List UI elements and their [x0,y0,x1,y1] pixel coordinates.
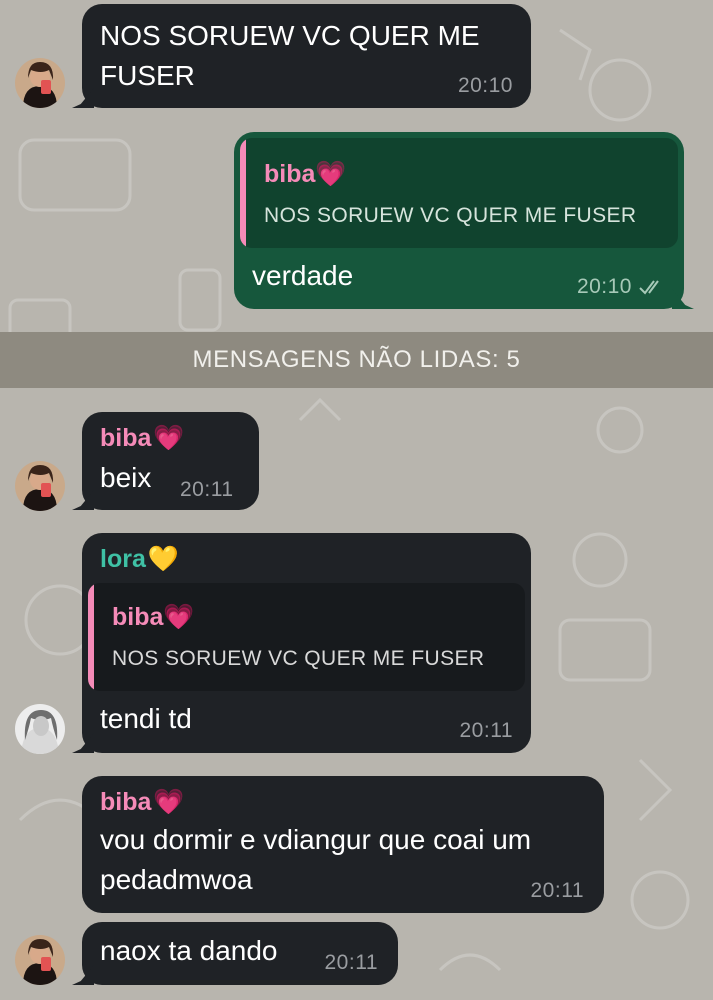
message-bubble[interactable]: NOS SORUEW VC QUER ME FUSER 20:10 [72,4,531,108]
message-time: 20:10 [457,74,513,97]
message-text: verdade [252,260,354,291]
avatar-biba[interactable] [15,461,65,511]
message-text: tendi td [100,703,192,734]
sender-name: biba💗 [100,424,185,452]
message-bubble[interactable]: biba💗 beix 20:11 [72,412,259,510]
reply-sender-name: biba💗 [264,160,347,188]
message-bubble[interactable]: naox ta dando 20:11 [72,922,398,985]
message-text: vou dormir e vdiangur que coai um pedadm… [100,824,532,895]
reply-text: NOS SORUEW VC QUER ME FUSER [264,204,637,227]
bubble-tail [72,733,94,753]
double-check-icon [639,280,659,295]
bubble-tail [72,965,94,985]
reply-bar [88,583,94,691]
message-text: beix [100,462,152,493]
message-bubble[interactable]: biba💗 vou dormir e vdiangur que coai um … [82,776,604,913]
message-text: NOS SORUEW VC QUER ME FUSER [100,20,480,91]
avatar-lora[interactable] [15,704,65,754]
message-time: 20:11 [180,478,234,501]
bubble-tail [72,490,94,510]
message-bubble-outgoing[interactable]: biba💗 NOS SORUEW VC QUER ME FUSER verdad… [234,132,694,309]
avatar-biba[interactable] [15,58,65,108]
message-time: 20:11 [530,879,584,902]
bubble-tail [672,289,694,309]
unread-messages-divider: MENSAGENS NÃO LIDAS: 5 [0,332,713,388]
reply-sender-name: biba💗 [112,603,195,631]
reply-bar [240,138,246,248]
message-text: naox ta dando [100,935,278,966]
sender-name: biba💗 [100,788,185,816]
sender-name: lora💛 [100,545,179,573]
message-bubble[interactable]: lora💛 biba💗 NOS SORUEW VC QUER ME FUSER … [72,533,531,753]
reply-text: NOS SORUEW VC QUER ME FUSER [112,647,485,670]
message-time: 20:11 [459,719,513,742]
message-time: 20:10 [576,275,632,298]
reply-quote[interactable]: biba💗 NOS SORUEW VC QUER ME FUSER [240,138,678,248]
bubble-tail [72,88,94,108]
reply-quote[interactable]: biba💗 NOS SORUEW VC QUER ME FUSER [88,583,525,691]
message-time: 20:11 [324,951,378,974]
avatar-biba[interactable] [15,935,65,985]
